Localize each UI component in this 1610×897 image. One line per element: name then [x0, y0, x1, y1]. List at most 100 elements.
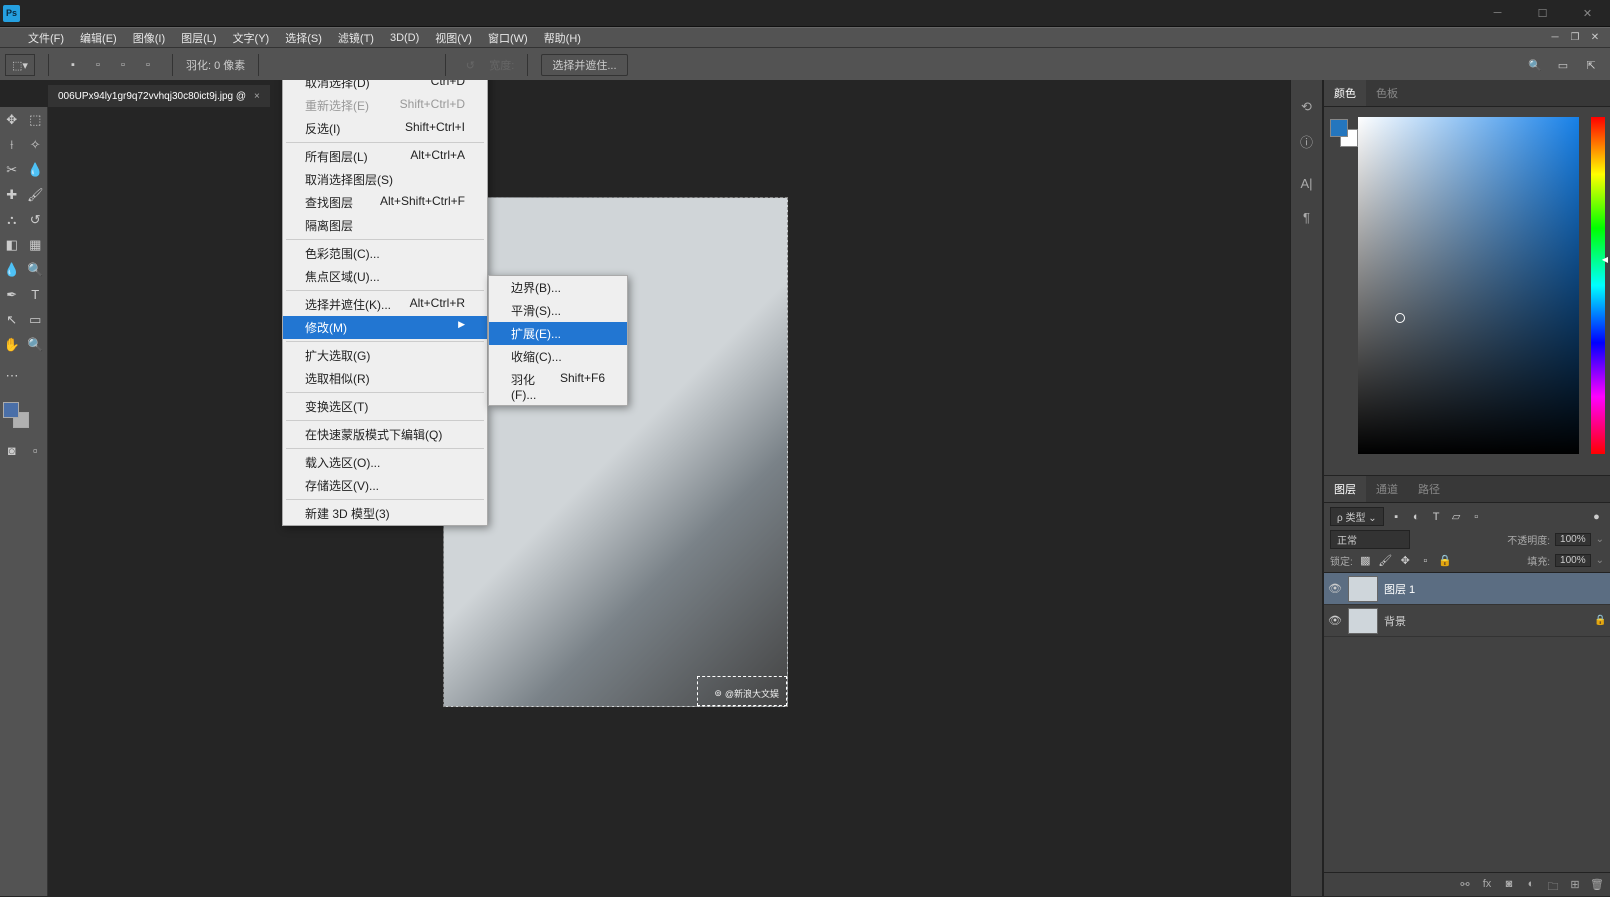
path-tool-icon[interactable]: ↖: [0, 307, 24, 332]
menu-file[interactable]: 文件(F): [20, 29, 72, 47]
menu-item[interactable]: 所有图层(L)Alt+Ctrl+A: [283, 145, 487, 168]
link-layers-icon[interactable]: ⚯: [1458, 878, 1472, 892]
workspace-icon[interactable]: ▭: [1552, 54, 1574, 76]
submenu-item[interactable]: 边界(B)...: [489, 276, 627, 299]
lock-position-icon[interactable]: ✥: [1398, 553, 1413, 568]
menu-item[interactable]: 选取相似(R): [283, 367, 487, 390]
lasso-tool-icon[interactable]: ⟊: [0, 132, 24, 157]
search-icon[interactable]: 🔍: [1524, 54, 1546, 76]
delete-layer-icon[interactable]: 🗑: [1590, 878, 1604, 892]
submenu-item[interactable]: 收缩(C)...: [489, 345, 627, 368]
crop-tool-icon[interactable]: ✂: [0, 157, 24, 182]
lock-transparent-icon[interactable]: ▩: [1358, 553, 1373, 568]
cp-fg-swatch[interactable]: [1330, 119, 1348, 137]
opacity-value[interactable]: 100%: [1555, 533, 1591, 546]
menu-item[interactable]: 查找图层Alt+Shift+Ctrl+F: [283, 191, 487, 214]
lock-all-icon[interactable]: 🔒: [1438, 553, 1453, 568]
new-layer-icon[interactable]: ⊞: [1568, 878, 1582, 892]
menu-edit[interactable]: 编辑(E): [72, 29, 125, 47]
menu-item[interactable]: 扩大选取(G): [283, 344, 487, 367]
layer-mask-icon[interactable]: ◙: [1502, 878, 1516, 892]
layer-filter-type[interactable]: ρ 类型 ⌄: [1330, 507, 1384, 526]
menu-item[interactable]: 存储选区(V)...: [283, 474, 487, 497]
menu-item[interactable]: 新建 3D 模型(3): [283, 502, 487, 525]
blur-tool-icon[interactable]: 💧: [0, 257, 24, 282]
filter-adjust-icon[interactable]: ◐: [1409, 509, 1424, 524]
menu-window[interactable]: 窗口(W): [480, 29, 536, 47]
menu-item[interactable]: 反选(I)Shift+Ctrl+I: [283, 117, 487, 140]
add-selection-icon[interactable]: ▫: [87, 54, 109, 76]
canvas-area[interactable]: 006UPx94ly1gr9q72vvhqj30c80ict9j.jpg @ ×…: [48, 80, 1290, 896]
menu-item[interactable]: 取消选择图层(S): [283, 168, 487, 191]
move-tool-icon[interactable]: ✥: [0, 107, 24, 132]
hue-cursor[interactable]: ◀: [1602, 255, 1608, 264]
properties-panel-icon[interactable]: ⓘ: [1291, 124, 1322, 158]
screenmode-icon[interactable]: ▫: [24, 438, 48, 463]
filter-smart-icon[interactable]: ▫: [1469, 509, 1484, 524]
subtract-selection-icon[interactable]: ▫: [112, 54, 134, 76]
hue-slider[interactable]: [1591, 117, 1605, 454]
menu-item[interactable]: 取消选择(D)Ctrl+D: [283, 80, 487, 94]
paragraph-panel-icon[interactable]: ¶: [1291, 200, 1322, 234]
visibility-icon[interactable]: 👁: [1328, 614, 1342, 627]
filter-toggle-icon[interactable]: ●: [1589, 509, 1604, 524]
tool-preset-icon[interactable]: ⬚▾: [5, 54, 35, 76]
layer-thumbnail[interactable]: [1348, 608, 1378, 634]
history-panel-icon[interactable]: ⟲: [1291, 90, 1322, 124]
color-cursor[interactable]: [1395, 313, 1405, 323]
layer-fx-icon[interactable]: fx: [1480, 878, 1494, 892]
hand-tool-icon[interactable]: ✋: [0, 332, 24, 357]
doc-minimize[interactable]: ─: [1545, 31, 1565, 45]
menu-3d[interactable]: 3D(D): [382, 29, 427, 47]
dodge-tool-icon[interactable]: 🔍: [24, 257, 48, 282]
menu-item[interactable]: 隔离图层: [283, 214, 487, 237]
menu-image[interactable]: 图像(I): [125, 29, 173, 47]
color-picker[interactable]: ◀: [1324, 107, 1610, 475]
new-selection-icon[interactable]: ▪: [62, 54, 84, 76]
quickmask-icon[interactable]: ◙: [0, 438, 24, 463]
marquee-tool-icon[interactable]: ⬚: [24, 107, 48, 132]
filter-pixel-icon[interactable]: ▪: [1389, 509, 1404, 524]
close-button[interactable]: ✕: [1565, 0, 1610, 27]
doc-close[interactable]: ✕: [1585, 31, 1605, 45]
menu-filter[interactable]: 滤镜(T): [330, 29, 382, 47]
menu-type[interactable]: 文字(Y): [225, 29, 278, 47]
minimize-button[interactable]: ─: [1475, 0, 1520, 27]
tab-layers[interactable]: 图层: [1324, 476, 1366, 502]
menu-item[interactable]: 变换选区(T): [283, 395, 487, 418]
history-brush-icon[interactable]: ↺: [24, 207, 48, 232]
eyedropper-tool-icon[interactable]: 💧: [24, 157, 48, 182]
eraser-tool-icon[interactable]: ◧: [0, 232, 24, 257]
tab-channels[interactable]: 通道: [1366, 476, 1408, 502]
character-panel-icon[interactable]: A|: [1291, 166, 1322, 200]
adjustment-layer-icon[interactable]: ◐: [1524, 878, 1538, 892]
menu-item[interactable]: 色彩范围(C)...: [283, 242, 487, 265]
menu-item[interactable]: 焦点区域(U)...: [283, 265, 487, 288]
layer-thumbnail[interactable]: [1348, 576, 1378, 602]
heal-tool-icon[interactable]: ✚: [0, 182, 24, 207]
lock-paint-icon[interactable]: 🖌: [1378, 553, 1393, 568]
menu-item[interactable]: 载入选区(O)...: [283, 451, 487, 474]
filter-type-icon[interactable]: T: [1429, 509, 1444, 524]
select-and-mask-button[interactable]: 选择并遮住...: [541, 54, 627, 76]
type-tool-icon[interactable]: T: [24, 282, 48, 307]
wand-tool-icon[interactable]: ✧: [24, 132, 48, 157]
submenu-item[interactable]: 平滑(S)...: [489, 299, 627, 322]
submenu-item[interactable]: 扩展(E)...: [489, 322, 627, 345]
menu-view[interactable]: 视图(V): [427, 29, 480, 47]
brush-tool-icon[interactable]: 🖌: [24, 182, 48, 207]
menu-item[interactable]: 修改(M)▶: [283, 316, 487, 339]
edit-toolbar-icon[interactable]: ⋯: [0, 363, 24, 388]
intersect-selection-icon[interactable]: ▫: [137, 54, 159, 76]
menu-item[interactable]: 在快速蒙版模式下编辑(Q): [283, 423, 487, 446]
lock-artboard-icon[interactable]: ▫: [1418, 553, 1433, 568]
blend-mode-select[interactable]: 正常: [1330, 530, 1410, 549]
color-field[interactable]: [1358, 117, 1579, 454]
submenu-item[interactable]: 羽化(F)...Shift+F6: [489, 368, 627, 405]
layer-name[interactable]: 背景: [1384, 613, 1588, 629]
tab-paths[interactable]: 路径: [1408, 476, 1450, 502]
menu-item[interactable]: 选择并遮住(K)...Alt+Ctrl+R: [283, 293, 487, 316]
layer-group-icon[interactable]: 🗀: [1546, 878, 1560, 892]
tab-color[interactable]: 颜色: [1324, 80, 1366, 106]
color-swatches[interactable]: [0, 398, 47, 438]
